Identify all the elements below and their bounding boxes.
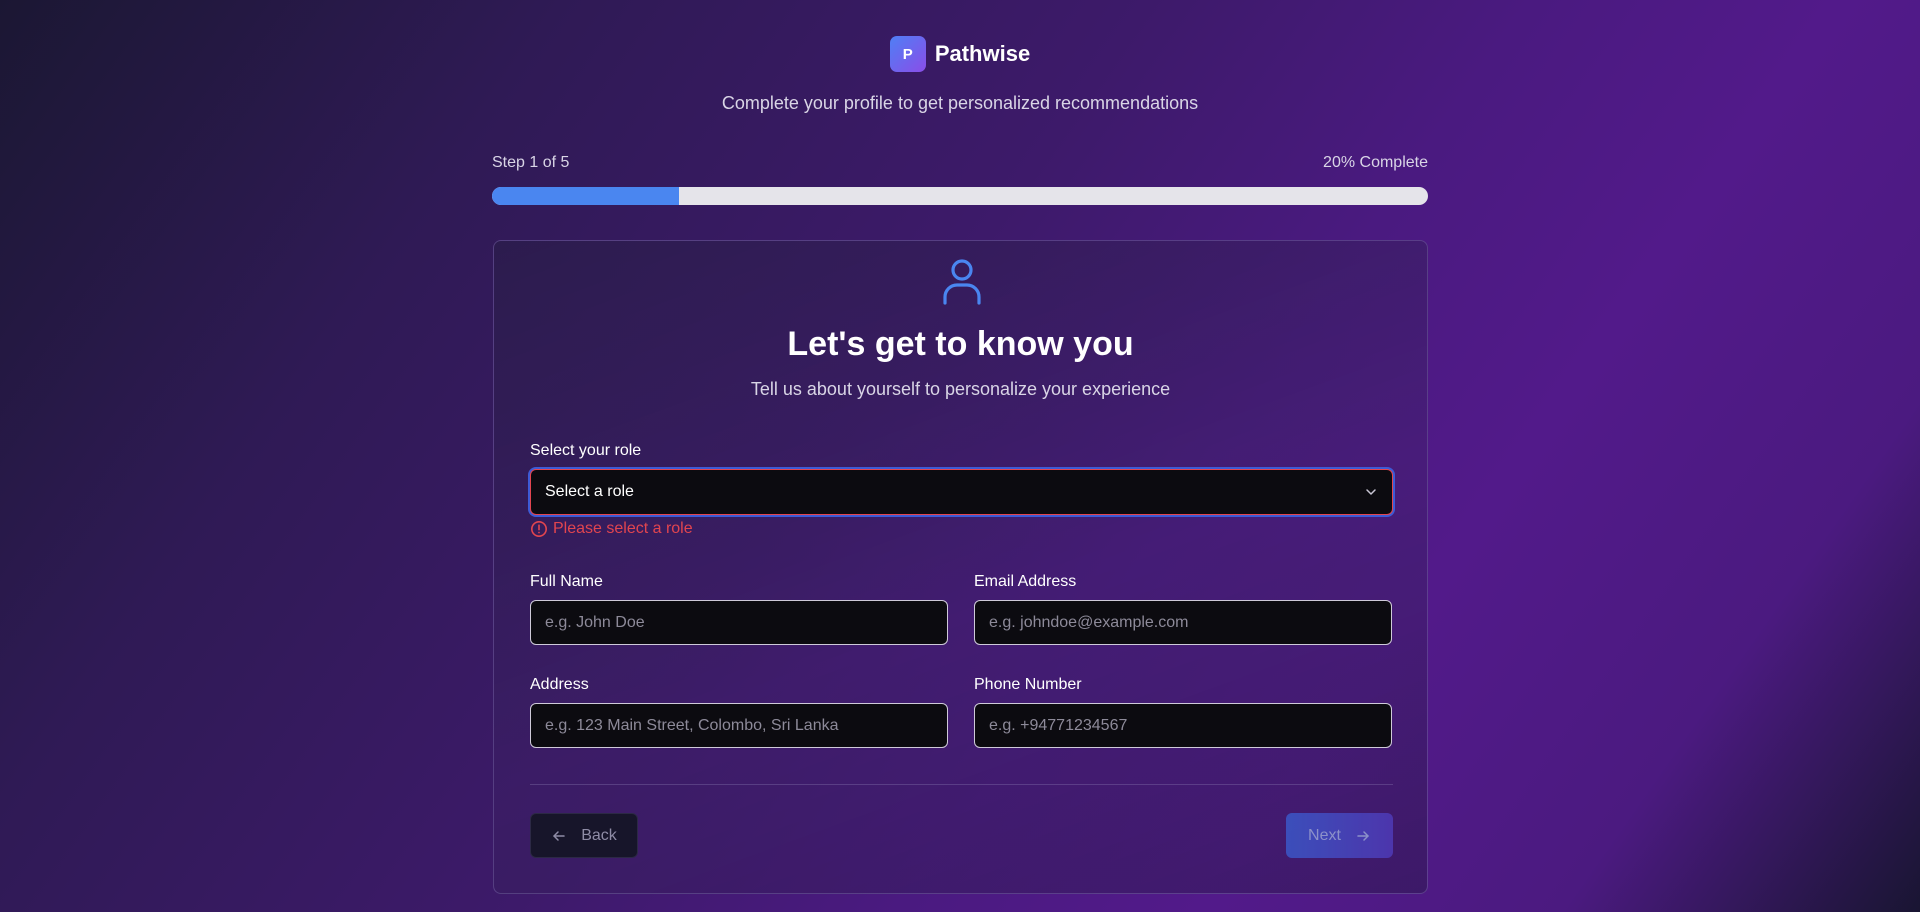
progress-section: Step 1 of 5 20% Complete [492, 154, 1428, 205]
next-button[interactable]: Next [1286, 813, 1393, 858]
chevron-down-icon [1366, 489, 1376, 495]
role-select[interactable]: Select a role [530, 469, 1393, 515]
email-label: Email Address [974, 573, 1077, 590]
phone-label: Phone Number [974, 676, 1082, 693]
arrow-left-icon [553, 830, 565, 841]
tagline: Complete your profile to get personalize… [721, 93, 1199, 113]
phone-input[interactable] [974, 703, 1392, 748]
card-subtitle: Tell us about yourself to personalize yo… [750, 379, 1171, 399]
role-label: Select your role [530, 442, 642, 459]
brand-logo: P [889, 36, 926, 72]
page-header: P Pathwise Complete your profile to get … [0, 36, 1920, 114]
back-button[interactable]: Back [530, 813, 638, 858]
email-input[interactable] [974, 600, 1392, 645]
progress-fill [492, 187, 680, 205]
role-error-text: Please select a role [553, 520, 693, 537]
step-label: Step 1 of 5 [492, 154, 570, 171]
brand-name: Pathwise [934, 41, 1031, 66]
card-title: Let's get to know you [787, 325, 1134, 363]
full-name-input[interactable] [530, 600, 948, 645]
alert-circle-icon [531, 521, 547, 537]
profile-card: Let's get to know you Tell us about your… [493, 240, 1428, 894]
full-name-label: Full Name [530, 573, 603, 590]
divider [530, 784, 1393, 785]
progress-bar [492, 187, 1428, 205]
role-error: Please select a role [530, 520, 693, 538]
brand: P Pathwise [889, 36, 1031, 72]
address-label: Address [530, 676, 589, 693]
back-button-label: Back [581, 826, 617, 844]
arrow-right-icon [1357, 830, 1369, 841]
next-button-label: Next [1308, 826, 1341, 844]
user-icon [943, 259, 981, 305]
percent-label: 20% Complete [1323, 154, 1428, 171]
address-input[interactable] [530, 703, 948, 748]
role-select-value: Select a role [545, 483, 634, 500]
